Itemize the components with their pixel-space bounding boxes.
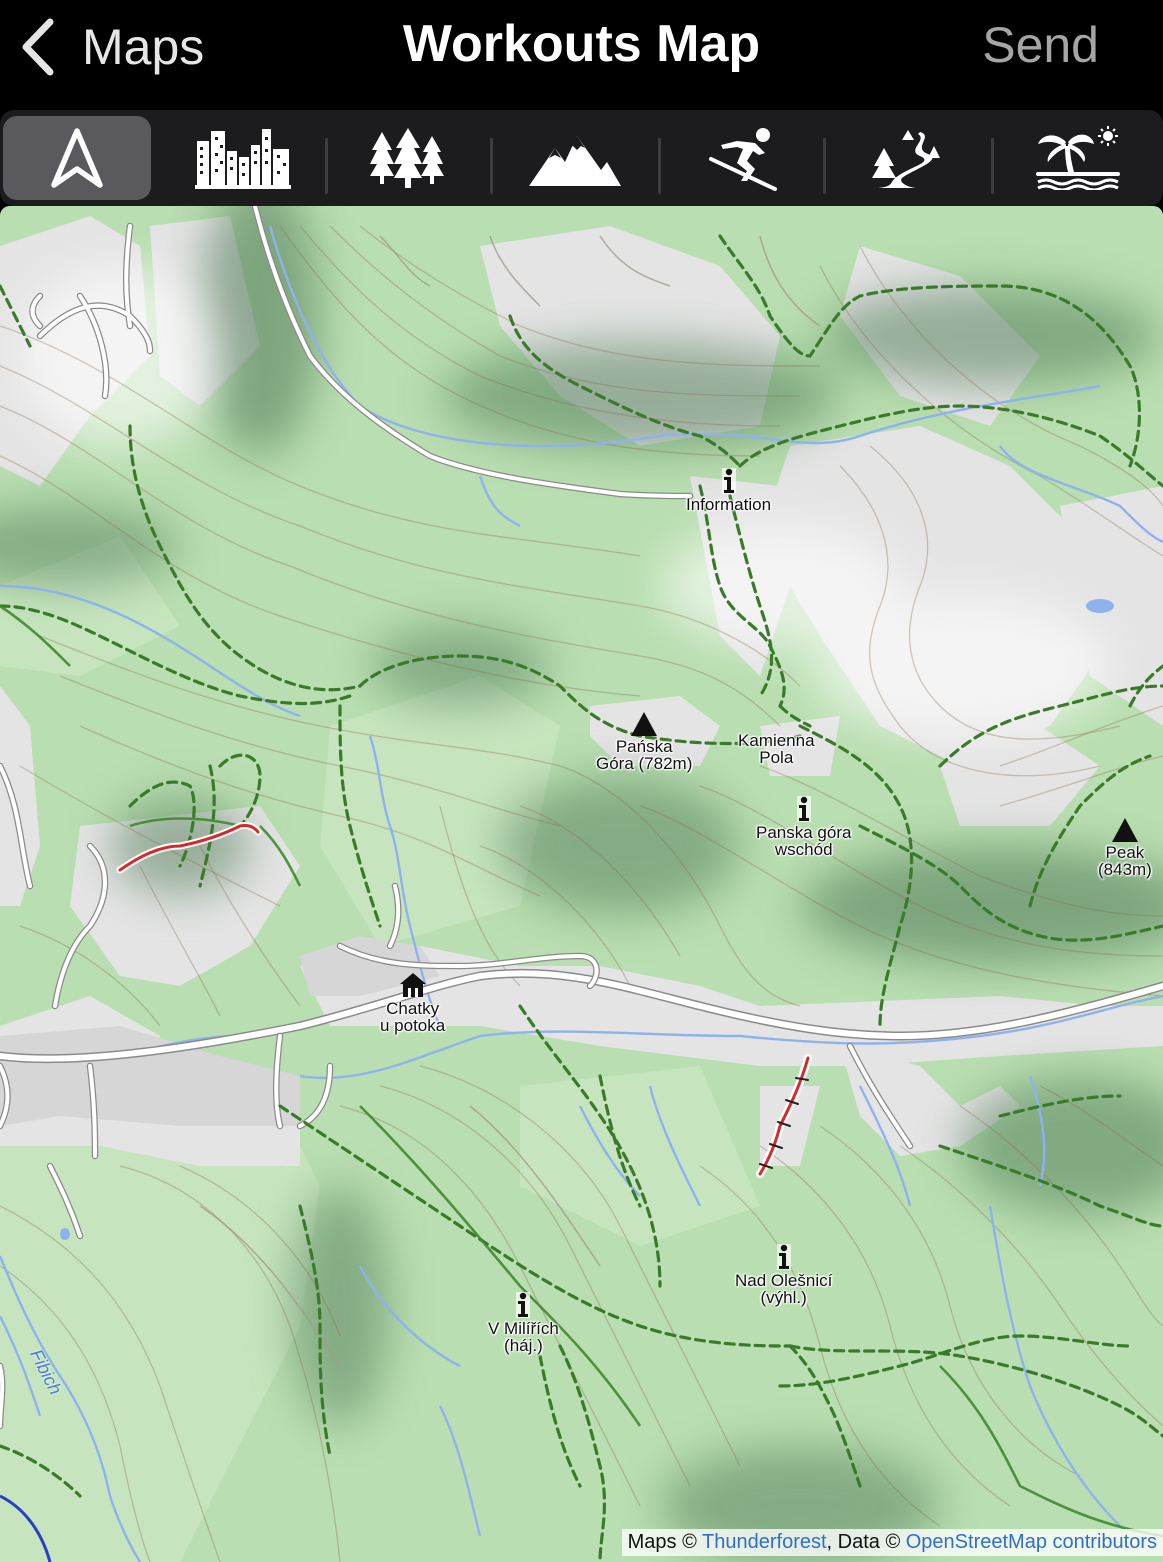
forest-trees-icon (370, 128, 444, 188)
attribution-data-prefix: , Data © (826, 1531, 901, 1553)
map-style-trails[interactable] (833, 116, 983, 200)
poi-v-milirich[interactable]: V Milířích (háj.) (488, 1292, 559, 1354)
attribution-thunderforest-link[interactable]: Thunderforest (702, 1531, 827, 1553)
chevron-left-icon (22, 18, 54, 76)
attribution-osm-link[interactable]: OpenStreetMap contributors (906, 1531, 1157, 1553)
poi-v-milirich-line2: (háj.) (504, 1336, 543, 1355)
poi-panska-gora-wschod-line1: Panska góra (756, 823, 852, 842)
poi-peak[interactable]: Peak (843m) (1098, 818, 1152, 878)
peak-icon (631, 712, 658, 736)
poi-chatky-u-potoka[interactable]: Chatky u potoka (380, 972, 445, 1034)
map-style-ski[interactable] (668, 116, 816, 200)
info-icon (776, 1244, 791, 1270)
peak-icon (1111, 818, 1138, 842)
poi-v-milirich-line1: V Milířích (488, 1319, 559, 1338)
poi-chatky-line1: Chatky (386, 999, 440, 1018)
poi-panska-gora-wschod[interactable]: Panska góra wschód (756, 796, 851, 858)
poi-information[interactable]: Information (686, 468, 771, 513)
back-label: Maps (82, 19, 205, 75)
info-icon (516, 1292, 531, 1318)
map-view[interactable]: Information Pańska Góra (782m) Kamienna … (0, 206, 1163, 1562)
poi-nad-olesnici-line2: (výhl.) (760, 1288, 807, 1307)
poi-panska-gora-wschod-line2: wschód (774, 840, 833, 859)
poi-nad-olesnici-line1: Nad Olešnicí (735, 1271, 833, 1290)
map-attribution: Maps © Thunderforest, Data © OpenStreetM… (621, 1529, 1163, 1556)
mountains-icon (529, 136, 621, 186)
palm-beach-icon (1036, 126, 1120, 190)
map-style-forest[interactable] (335, 116, 481, 200)
navigation-bar: Maps Workouts Map Send (0, 0, 1163, 108)
poi-peak-name: Peak (1105, 843, 1145, 862)
poi-panska-gora-name: Pańska (615, 737, 673, 756)
back-button[interactable]: Maps (18, 12, 204, 82)
poi-chatky-line2: u potoka (380, 1016, 446, 1035)
map-style-navigation[interactable] (3, 116, 151, 200)
poi-information-label: Information (686, 495, 772, 514)
attribution-maps-prefix: Maps © (627, 1531, 697, 1553)
send-button[interactable]: Send (982, 16, 1099, 74)
poi-kamienna-pola-line2: Pola (759, 748, 794, 767)
poi-kamienna-pola[interactable]: Kamienna Pola (738, 732, 815, 766)
trail-path-icon (872, 130, 940, 188)
info-icon (796, 796, 811, 822)
poi-kamienna-pola-line1: Kamienna (738, 731, 815, 750)
map-style-selector (0, 110, 1163, 206)
info-icon (721, 468, 736, 494)
map-style-city[interactable] (170, 116, 316, 200)
poi-panska-gora-elevation: Góra (782m) (596, 754, 693, 773)
poi-panska-gora[interactable]: Pańska Góra (782m) (596, 712, 692, 772)
hut-icon (399, 973, 426, 997)
skier-icon (709, 128, 777, 191)
poi-nad-olesnici[interactable]: Nad Olešnicí (výhl.) (735, 1244, 832, 1306)
map-tiles (0, 206, 1163, 1562)
poi-peak-elevation: (843m) (1098, 860, 1152, 879)
map-style-mountains[interactable] (500, 116, 650, 200)
navigation-arrow-icon (51, 128, 103, 188)
city-skyline-icon (195, 129, 291, 189)
map-style-beach[interactable] (1000, 116, 1156, 200)
